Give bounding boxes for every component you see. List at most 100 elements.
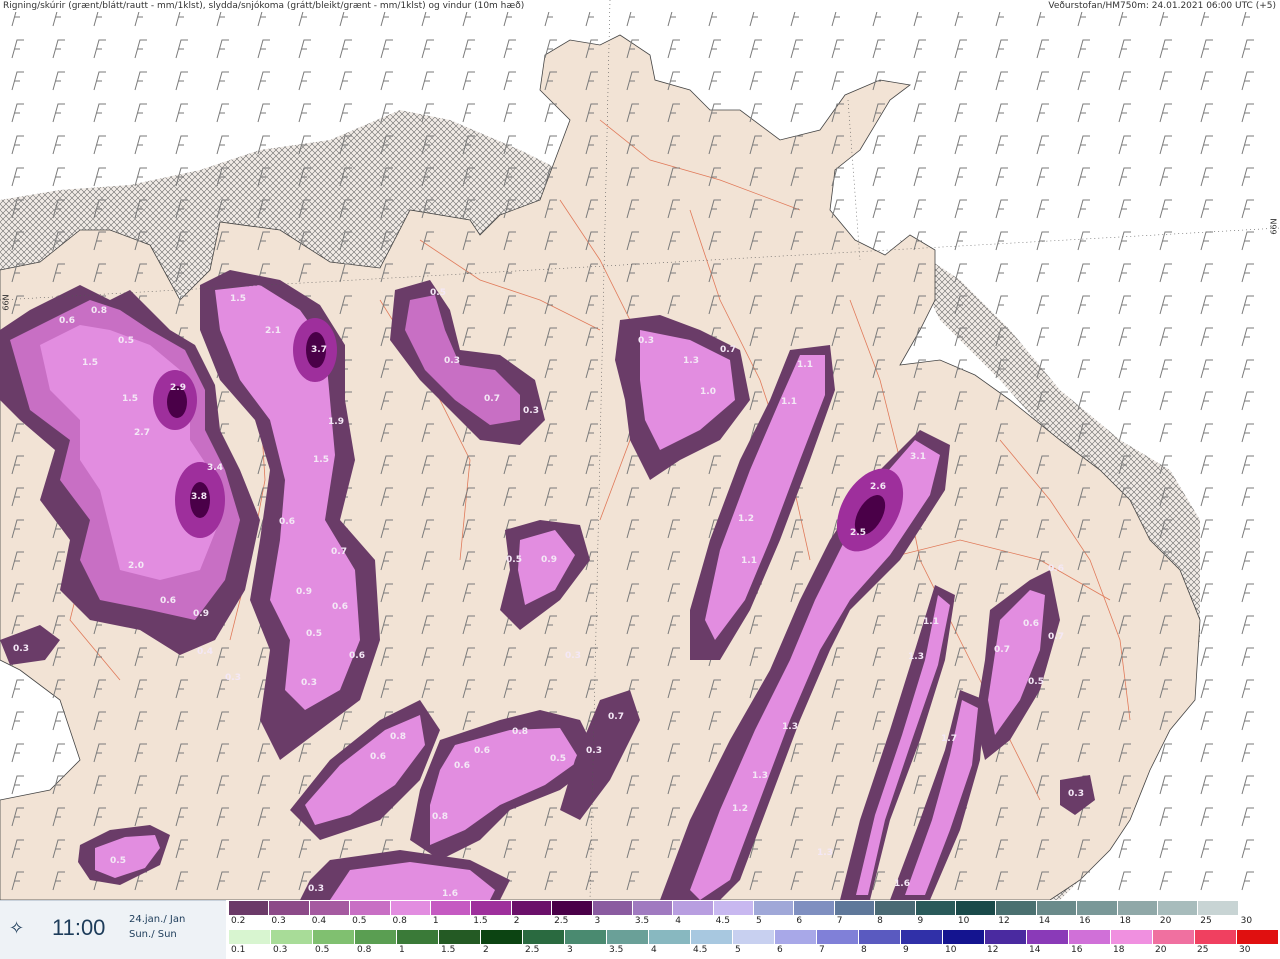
precip-value-label: 2.5 [850,528,866,538]
scale-swatch [523,930,565,944]
scale-swatch [430,901,472,915]
scale-swatch [1111,930,1153,944]
scale-tick-label: 5 [735,945,741,955]
weather-map[interactable]: 0.6 0.8 0.5 1.5 2.9 1.5 2.7 3.4 3.8 2.0 0.6 0.9 0.4 0… [0,0,1280,900]
scale-swatch [592,901,633,915]
precip-value-label: 0.6 [332,602,348,612]
scale-tick-label: 2.5 [554,916,569,926]
precip-value-label: 1.5 [122,394,138,404]
scale-swatch [1238,901,1280,915]
scale-tick-label: 3 [594,916,601,926]
scale-swatch [713,901,755,915]
scale-swatch [901,930,943,944]
precip-value-label: 1.1 [741,556,757,566]
scale-tick-label: 4 [651,945,657,955]
precip-value-label: 0.5 [306,629,322,639]
scale-swatch [229,930,271,944]
precip-value-label: 0.3 [565,651,581,661]
scale-tick-label: 0.3 [271,916,286,926]
scale-tick-label: 7 [819,945,825,955]
snow-scale-labels: 0.2 0.3 0.4 0.5 0.8 1 1.5 2 2.5 3 3.5 4 4.5 5 6 7 8 9 10 12… [229,916,1279,928]
scale-tick-label: 0.3 [273,945,288,955]
scale-swatch [552,901,593,915]
precip-value-label: 1.1 [781,397,797,407]
model-run-info: Veðurstofan/HM750m: 24.01.2021 06:00 UTC… [1048,1,1276,11]
scale-tick-label: 12 [998,916,1010,926]
scale-tick-label: 20 [1155,945,1167,955]
precip-value-label: 1.3 [782,722,798,732]
scale-tick-label: 8 [861,945,867,955]
snow-color-scale [229,901,1280,915]
precip-value-label: 0.7 [994,645,1010,655]
precip-value-label: 3.4 [207,463,223,473]
precip-value-label: 0.3 [523,406,539,416]
scale-tick-label: 10 [945,945,957,955]
precip-value-label: 1.5 [230,294,246,304]
scale-swatch [673,901,714,915]
scale-tick-label: 18 [1119,916,1131,926]
scale-tick-label: 9 [903,945,909,955]
scale-tick-label: 14 [1038,916,1051,926]
precip-value-label: 0.7 [1048,632,1064,642]
lat-label-west: 66N [1,294,11,311]
scale-tick-label: 0.1 [231,945,246,955]
scale-swatch [943,930,985,944]
scale-tick-label: 6 [796,916,803,926]
precip-value-label: 0.3 [1068,789,1084,799]
scale-swatch [390,901,431,915]
scale-tick-label: 3.5 [609,945,624,955]
scale-swatch [229,901,270,915]
scale-tick-label: 30 [1240,916,1253,926]
rain-color-scale [229,930,1279,944]
snowflake-icon[interactable]: ✧ [9,918,24,939]
scale-tick-label: 7 [836,916,843,926]
lat-label-east: 66N [1269,218,1279,235]
precip-value-label: 0.6 [1023,619,1039,629]
scale-swatch [649,930,691,944]
precip-value-label: 1.3 [908,652,924,662]
precip-value-label: 3.7 [311,345,327,355]
precip-value-label: 0.6 [474,746,490,756]
scale-tick-label: 4.5 [693,945,708,955]
map-description: Rigning/skúrir (grænt/blátt/rautt - mm/1… [3,1,525,11]
precip-value-label: 1.3 [683,356,699,366]
time-panel[interactable] [0,900,226,959]
precip-value-label: 0.3 [301,678,317,688]
scale-tick-label: 0.5 [315,945,330,955]
scale-tick-label: 0.2 [231,916,246,926]
scale-swatch [834,901,876,915]
precip-value-label: 1.1 [797,360,813,370]
precip-value-label: 0.5 [506,555,522,565]
scale-tick-label: 16 [1079,916,1091,926]
forecast-date: 24.jan./ Jan [129,914,186,925]
precip-value-label: 0.7 [720,345,736,355]
scale-tick-label: 4 [675,916,681,926]
precip-value-label: 0.5 [118,336,134,346]
scale-swatch [271,930,313,944]
scale-tick-label: 1 [432,916,439,926]
precip-value-label: 0.6 [370,752,386,762]
scale-swatch [607,930,649,944]
scale-tick-label: 0.4 [311,916,327,926]
scale-swatch [313,930,355,944]
scale-tick-label: 3 [567,945,573,955]
scale-swatch [481,930,523,944]
precip-value-label: 1.3 [752,771,768,781]
forecast-day: Sun./ Sun [129,929,177,940]
scale-tick-label: 25 [1197,945,1209,955]
scale-swatch [632,901,674,915]
scale-swatch [996,901,1037,915]
precip-value-label: 0.6 [1048,564,1064,574]
scale-swatch [309,901,351,915]
precip-value-label: 0.7 [484,394,500,404]
scale-swatch [915,901,957,915]
scale-swatch [355,930,397,944]
precip-value-label: 0.5 [1028,677,1044,687]
precip-value-label: 0.7 [331,547,347,557]
scale-tick-label: 12 [987,945,999,955]
precip-value-label: 0.3 [308,884,324,894]
scale-tick-label: 2 [483,945,489,955]
precip-value-label: 1.6 [442,889,458,899]
precip-value-label: 0.3 [13,644,29,654]
scale-tick-label: 0.8 [392,916,407,926]
